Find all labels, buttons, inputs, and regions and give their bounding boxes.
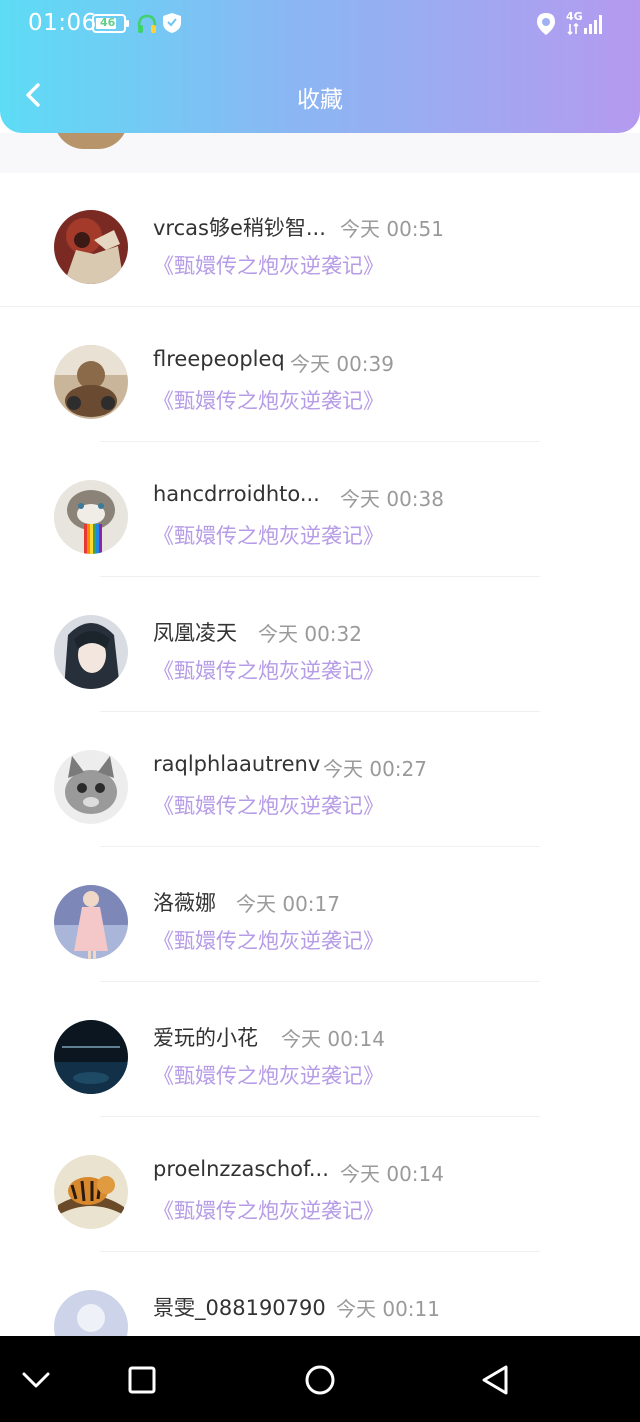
avatar[interactable]: [54, 1155, 128, 1229]
battery-level: 46: [100, 16, 116, 29]
app-header: 01:06 46 4G 收藏: [0, 0, 640, 133]
shield-icon: [163, 13, 181, 33]
avatar[interactable]: [54, 615, 128, 689]
avatar[interactable]: [54, 345, 128, 419]
book-title-link[interactable]: 《甄嬛传之炮灰逆袭记》: [153, 925, 384, 955]
user-name: flreepeopleq: [153, 347, 285, 371]
recents-square-icon[interactable]: [124, 1362, 160, 1398]
avatar[interactable]: [54, 750, 128, 824]
book-title-link[interactable]: 《甄嬛传之炮灰逆袭记》: [153, 520, 384, 550]
list-item[interactable]: proelnzzaschof... 今天 00:14 《甄嬛传之炮灰逆袭记》: [0, 1117, 640, 1252]
list-item[interactable]: 洛薇娜 今天 00:17 《甄嬛传之炮灰逆袭记》: [0, 847, 640, 982]
back-triangle-icon[interactable]: [478, 1362, 514, 1398]
timestamp: 今天 00:51: [340, 217, 444, 241]
timestamp: 今天 00:14: [281, 1027, 385, 1051]
timestamp: 今天 00:27: [323, 757, 427, 781]
system-nav-bar: [0, 1336, 640, 1422]
list-item[interactable]: raqlphlaautrenv 今天 00:27 《甄嬛传之炮灰逆袭记》: [0, 712, 640, 847]
book-title-link[interactable]: 《甄嬛传之炮灰逆袭记》: [153, 1060, 384, 1090]
book-title-link[interactable]: 《甄嬛传之炮灰逆袭记》: [153, 655, 384, 685]
home-circle-icon[interactable]: [302, 1362, 338, 1398]
partial-list-item[interactable]: [0, 119, 640, 173]
list-item[interactable]: 爱玩的小花 今天 00:14 《甄嬛传之炮灰逆袭记》: [0, 982, 640, 1117]
user-name: 凤凰凌天: [153, 621, 237, 645]
user-name: 景雯_088190790: [153, 1296, 326, 1320]
status-bar: 01:06 46 4G: [0, 0, 640, 48]
timestamp: 今天 00:17: [236, 892, 340, 916]
user-name: proelnzzaschof...: [153, 1157, 329, 1181]
avatar[interactable]: [54, 210, 128, 284]
avatar[interactable]: [54, 1020, 128, 1094]
book-title-link[interactable]: 《甄嬛传之炮灰逆袭记》: [153, 1195, 384, 1225]
chevron-down-icon[interactable]: [18, 1362, 54, 1398]
timestamp: 今天 00:11: [336, 1297, 440, 1321]
avatar[interactable]: [54, 480, 128, 554]
location-icon: [537, 13, 555, 35]
user-name: 爱玩的小花: [153, 1026, 258, 1050]
favorites-list[interactable]: vrcas够e稍钞智... 今天 00:51 《甄嬛传之炮灰逆袭记》 flree…: [0, 0, 640, 1336]
timestamp: 今天 00:32: [258, 622, 362, 646]
user-name: vrcas够e稍钞智...: [153, 216, 326, 240]
battery-icon: 46: [92, 14, 129, 33]
avatar[interactable]: [54, 885, 128, 959]
book-title-link[interactable]: 《甄嬛传之炮灰逆袭记》: [153, 385, 384, 415]
app-screen: vrcas够e稍钞智... 今天 00:51 《甄嬛传之炮灰逆袭记》 flree…: [0, 0, 640, 1422]
list-item[interactable]: flreepeopleq 今天 00:39 《甄嬛传之炮灰逆袭记》: [0, 307, 640, 442]
page-title: 收藏: [297, 87, 343, 113]
user-name: 洛薇娜: [153, 891, 216, 915]
book-title-link[interactable]: 《甄嬛传之炮灰逆袭记》: [153, 790, 384, 820]
cellular-signal-icon: 4G: [566, 10, 608, 36]
list-item[interactable]: 凤凰凌天 今天 00:32 《甄嬛传之炮灰逆袭记》: [0, 577, 640, 712]
book-title-link[interactable]: 《甄嬛传之炮灰逆袭记》: [153, 250, 384, 280]
timestamp: 今天 00:39: [290, 352, 394, 376]
timestamp: 今天 00:14: [340, 1162, 444, 1186]
list-item[interactable]: hancdrroidhto... 今天 00:38 《甄嬛传之炮灰逆袭记》: [0, 442, 640, 577]
list-item[interactable]: 景雯_088190790 今天 00:11: [0, 1252, 640, 1336]
avatar[interactable]: [54, 1290, 128, 1336]
status-time: 01:06: [28, 10, 97, 36]
list-item[interactable]: vrcas够e稍钞智... 今天 00:51 《甄嬛传之炮灰逆袭记》: [0, 172, 640, 307]
timestamp: 今天 00:38: [340, 487, 444, 511]
user-name: raqlphlaautrenv: [153, 752, 321, 776]
user-name: hancdrroidhto...: [153, 482, 320, 506]
headset-icon: [137, 14, 157, 33]
